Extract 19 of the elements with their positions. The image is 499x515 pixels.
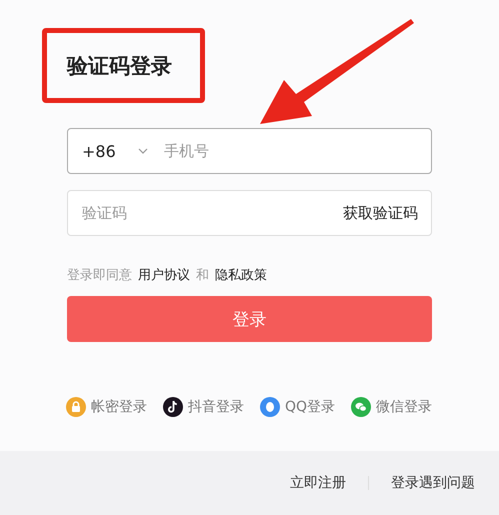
chevron-down-icon[interactable] [138, 148, 148, 154]
music-note-icon[interactable] [163, 397, 183, 417]
code-field[interactable]: 验证码 获取验证码 [67, 190, 432, 236]
get-code-button[interactable]: 获取验证码 [343, 204, 418, 222]
login-method-link[interactable]: 抖音登录 [188, 398, 244, 416]
help-link[interactable]: 登录遇到问题 [391, 474, 475, 492]
phone-field[interactable]: +86 手机号 [67, 128, 432, 174]
login-method-link[interactable]: 帐密登录 [91, 398, 147, 416]
login-method-link[interactable]: 微信登录 [376, 398, 432, 416]
login-method-link[interactable]: QQ登录 [285, 398, 336, 416]
chat-bubbles-icon[interactable] [351, 397, 372, 417]
privacy-policy-link[interactable]: 隐私政策 [215, 266, 267, 284]
agreement-text: 登录即同意 [67, 267, 132, 284]
country-code[interactable]: +86 [82, 142, 116, 160]
register-link[interactable]: 立即注册 [290, 474, 346, 492]
lock-icon[interactable] [66, 397, 86, 417]
user-agreement-link[interactable]: 用户协议 [138, 266, 190, 284]
page-title: 验证码登录 [67, 52, 172, 80]
conjunction-text: 和 [196, 267, 209, 284]
